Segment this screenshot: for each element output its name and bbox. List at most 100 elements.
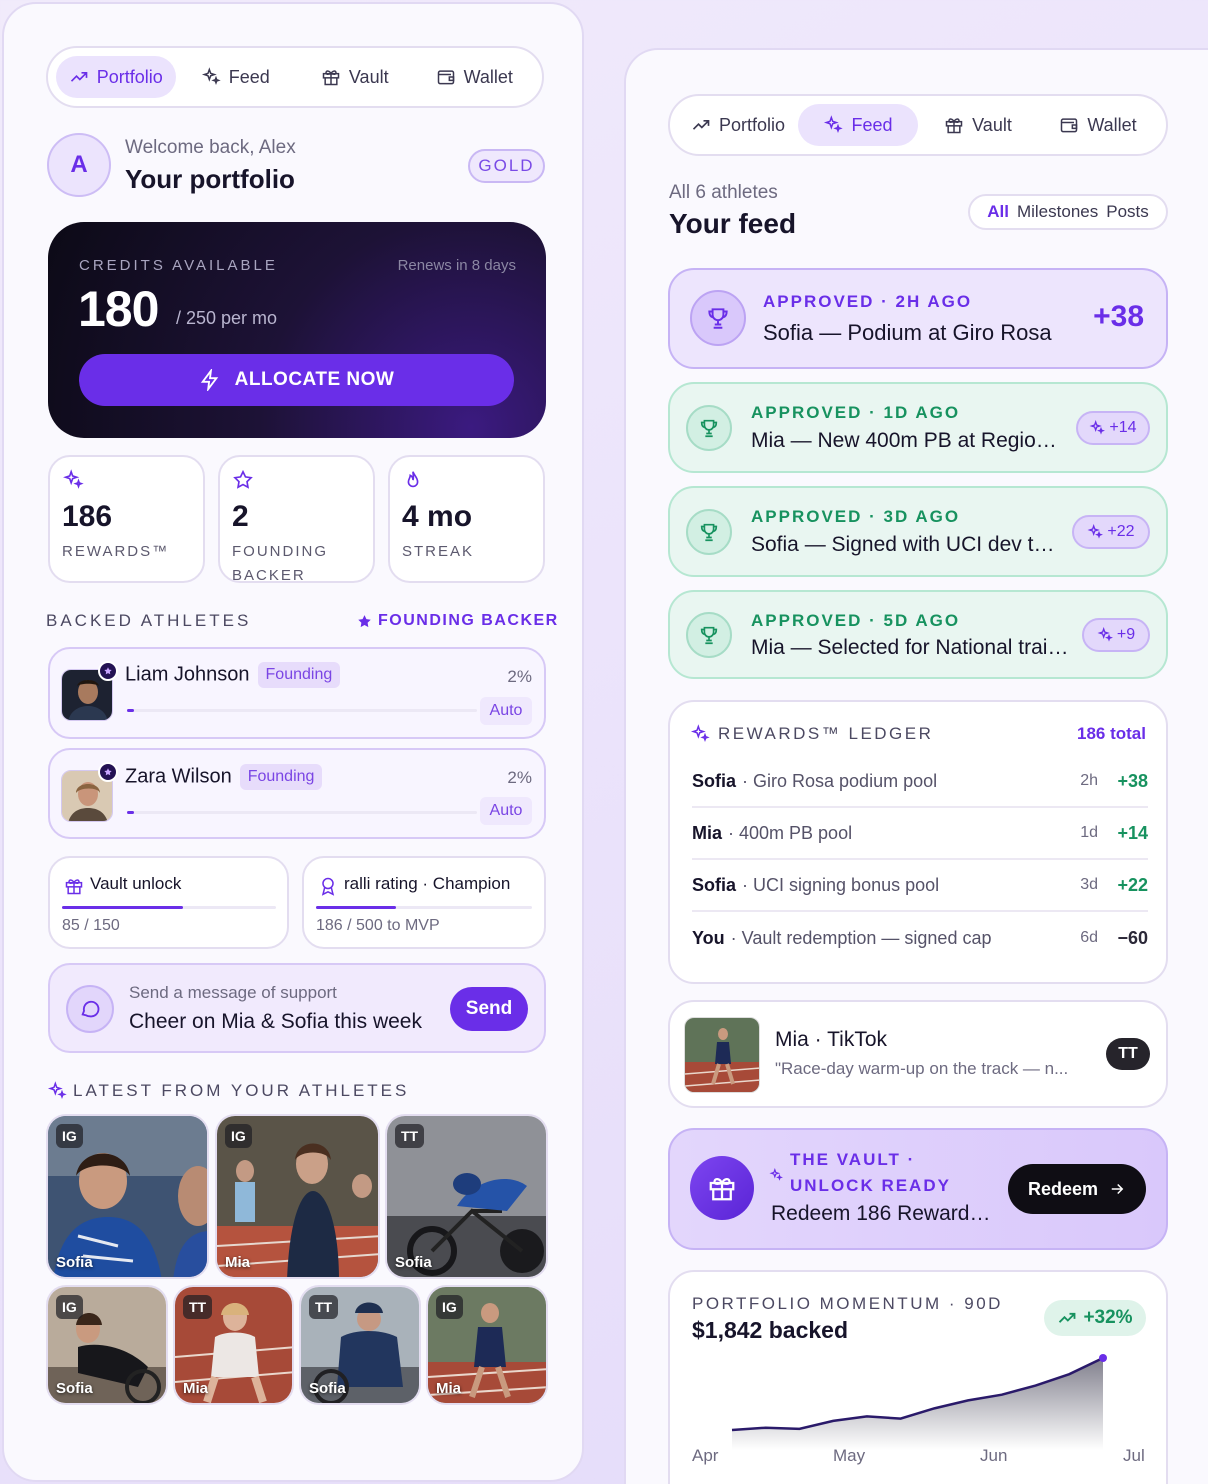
momentum-value: $1,842 backed — [692, 1317, 849, 1343]
credits-value: 180 — [78, 281, 159, 337]
tab-wallet[interactable]: Wallet — [1038, 104, 1158, 146]
tile-athlete-name: Sofia — [309, 1380, 346, 1397]
tile-athlete-name: Sofia — [395, 1254, 432, 1271]
rating-title: ralli rating · Champion — [344, 874, 511, 893]
feed-status: APPROVED · 5D AGO — [751, 611, 961, 630]
feed-status: APPROVED · 2H AGO — [763, 292, 973, 311]
allocation-fill — [127, 811, 134, 814]
welcome-text: Welcome back, Alex — [125, 137, 296, 158]
post-tile[interactable]: TT Sofia — [385, 1114, 548, 1279]
athlete-header: Liam Johnson Founding — [125, 662, 341, 688]
avatar[interactable]: A — [47, 133, 111, 197]
athlete-card[interactable]: Liam Johnson Founding 2% Auto — [48, 647, 546, 739]
tab-vault[interactable]: Vault — [295, 56, 415, 98]
founding-star-badge — [98, 762, 118, 782]
tab-label: Wallet — [1087, 114, 1137, 135]
sparkle-icon — [1089, 420, 1106, 435]
ledger-value: +38 — [1117, 770, 1148, 791]
athlete-pct: 2% — [507, 768, 532, 787]
ledger-title: REWARDS™ LEDGER — [718, 724, 934, 743]
founding-tag: Founding — [239, 764, 323, 790]
credits-label: CREDITS AVAILABLE — [79, 257, 278, 274]
sparkle-icon — [824, 115, 844, 134]
feed-title: Mia — New 400m PB at Regionals — [751, 429, 1063, 452]
rating-value: 186 / 500 to MVP — [316, 917, 440, 934]
ledger-desc: · Vault redemption — signed cap — [730, 927, 992, 948]
auto-toggle[interactable]: Auto — [480, 697, 532, 725]
feed-screen: Portfolio Feed Vault Wallet All 6 athlet… — [624, 48, 1208, 1484]
ledger-time: 2h — [1080, 772, 1098, 789]
tab-label: Portfolio — [718, 114, 786, 135]
feed-item[interactable]: APPROVED · 5D AGO Mia — Selected for Nat… — [668, 590, 1168, 679]
post-tile[interactable]: IG Sofia — [46, 1285, 168, 1405]
feed-item[interactable]: APPROVED · 3D AGO Sofia — Signed with UC… — [668, 486, 1168, 577]
athlete-header: Zara Wilson Founding — [125, 764, 323, 790]
ledger-time: 3d — [1080, 876, 1098, 893]
feed-points: +38 — [1093, 300, 1144, 333]
send-button[interactable]: Send — [450, 987, 528, 1031]
tab-vault[interactable]: Vault — [918, 104, 1038, 146]
tab-feed[interactable]: Feed — [176, 56, 296, 98]
post-tile[interactable]: IG Mia — [215, 1114, 380, 1279]
gift-icon — [65, 879, 83, 895]
redeem-button[interactable]: Redeem — [1008, 1164, 1146, 1214]
ledger-row: You · Vault redemption — signed cap 6d −60 — [692, 912, 1148, 964]
trophy-icon — [686, 612, 732, 658]
post-tile[interactable]: IG Mia — [426, 1285, 548, 1405]
flame-icon — [407, 471, 419, 488]
tab-wallet[interactable]: Wallet — [415, 56, 535, 98]
vault-unlock-title: Vault unlock — [90, 874, 182, 893]
vault-progress-fill — [62, 906, 184, 909]
redeem-label: Redeem — [1027, 1178, 1099, 1199]
backed-title: BACKED ATHLETES — [46, 611, 252, 630]
rating-card[interactable]: ralli rating · Champion 186 / 500 to MVP — [302, 856, 546, 949]
post-card[interactable]: Mia · TikTok "Race-day warm-up on the tr… — [668, 1000, 1168, 1108]
stat-label: REWARDS™ — [62, 543, 170, 560]
feed-item[interactable]: APPROVED · 1D AGO Mia — New 400m PB at R… — [668, 382, 1168, 473]
founding-legend-label: FOUNDING BACKER — [378, 612, 559, 629]
ledger-desc: · 400m PB pool — [728, 822, 853, 843]
portfolio-screen: Portfolio Feed Vault Wallet A Welcome ba… — [2, 2, 584, 1482]
vault-unlock-card[interactable]: Vault unlock 85 / 150 — [48, 856, 289, 949]
sparkle-icon — [690, 724, 710, 743]
feed-item[interactable]: APPROVED · 2H AGO Sofia — Podium at Giro… — [668, 268, 1168, 369]
support-card: Send a message of support Cheer on Mia &… — [48, 963, 546, 1053]
change-chip: +32% — [1044, 1300, 1146, 1336]
tab-label: Wallet — [463, 66, 513, 87]
ledger-row: Mia · 400m PB pool 1d +14 — [692, 808, 1148, 860]
auto-toggle[interactable]: Auto — [480, 797, 532, 825]
tab-portfolio[interactable]: Portfolio — [56, 56, 176, 98]
vault-main: Redeem 186 Rewards™ — [771, 1202, 993, 1225]
trophy-icon — [686, 509, 732, 555]
tab-label: Vault — [972, 114, 1012, 135]
post-tile[interactable]: TT Mia — [173, 1285, 294, 1405]
gift-icon — [690, 1156, 754, 1220]
filter-milestones[interactable]: Milestones — [1017, 202, 1098, 222]
tile-athlete-name: Mia — [436, 1380, 462, 1397]
post-quote: "Race-day warm-up on the track — n... — [775, 1059, 1069, 1078]
tab-label: Feed — [851, 114, 893, 135]
founding-legend: FOUNDING BACKER — [356, 612, 559, 630]
vault-progress-track — [62, 906, 276, 909]
tab-feed[interactable]: Feed — [798, 104, 918, 146]
tab-portfolio[interactable]: Portfolio — [678, 104, 798, 146]
allocate-label: ALLOCATE NOW — [234, 369, 395, 390]
allocate-button[interactable]: ALLOCATE NOW — [79, 354, 514, 406]
tab-label: Feed — [228, 66, 270, 87]
filter-all[interactable]: All — [987, 202, 1009, 222]
sparkle-icon — [1087, 524, 1104, 539]
vault-line2: UNLOCK READY — [790, 1176, 951, 1195]
post-tile[interactable]: IG Sofia — [46, 1114, 209, 1279]
tiktok-badge: TT — [1106, 1038, 1150, 1070]
sparkle-icon — [1097, 627, 1113, 642]
tab-bar: Portfolio Feed Vault Wallet — [668, 94, 1168, 156]
feed-filter: All Milestones Posts — [968, 194, 1168, 230]
filter-posts[interactable]: Posts — [1106, 202, 1149, 222]
vault-card: THE VAULT · UNLOCK READY Redeem 186 Rewa… — [668, 1128, 1168, 1250]
feed-points-badge: +14 — [1076, 411, 1150, 445]
post-tile[interactable]: TT Sofia — [299, 1285, 421, 1405]
vault-line1: THE VAULT · — [790, 1150, 916, 1169]
momentum-title: PORTFOLIO MOMENTUM · 90D — [692, 1294, 1003, 1313]
trophy-icon — [686, 405, 732, 451]
athlete-card[interactable]: Zara Wilson Founding 2% Auto — [48, 748, 546, 839]
